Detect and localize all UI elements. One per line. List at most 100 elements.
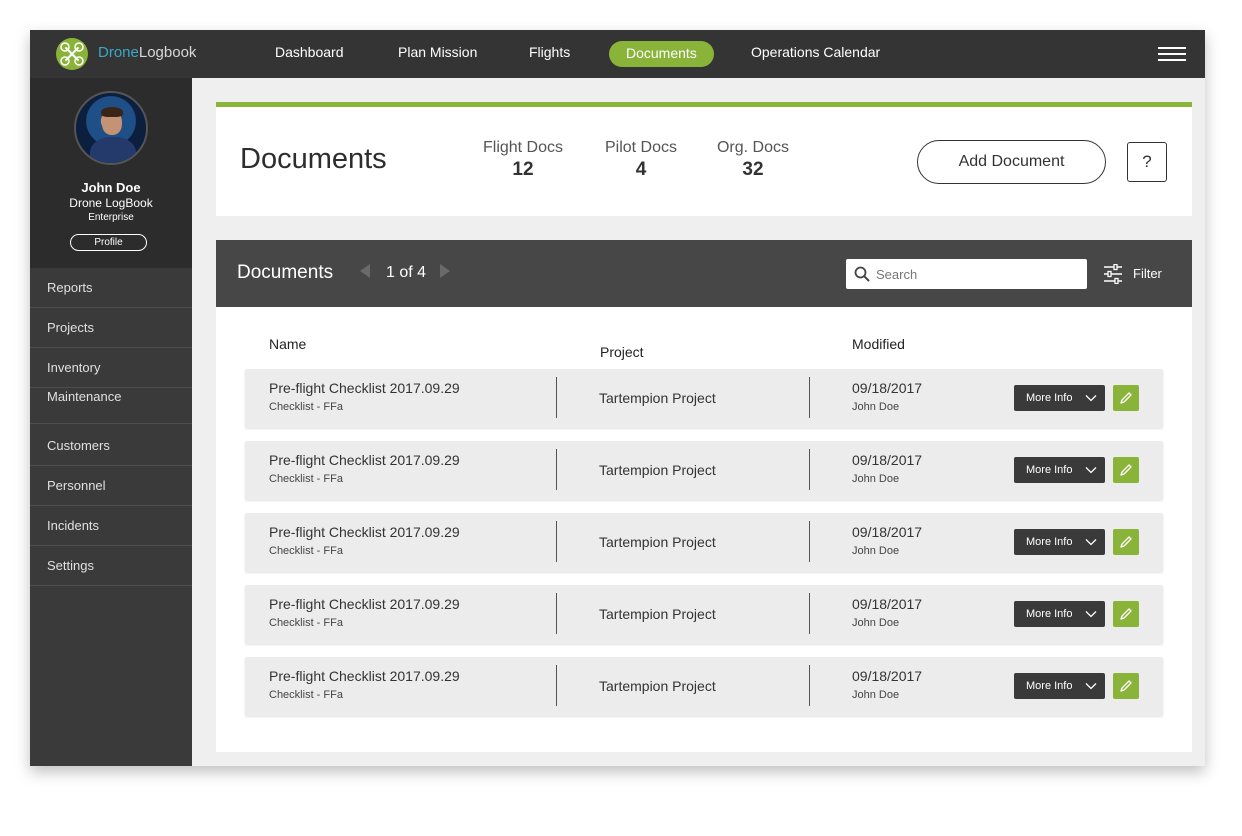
app-window: DroneLogbook Dashboard Plan Mission Flig… — [30, 30, 1205, 766]
column-header-modified[interactable]: Modified — [852, 336, 905, 352]
more-info-dropdown[interactable]: More Info — [1014, 529, 1105, 555]
top-navbar: DroneLogbook Dashboard Plan Mission Flig… — [30, 30, 1205, 78]
more-info-dropdown[interactable]: More Info — [1014, 673, 1105, 699]
previous-page-icon[interactable] — [360, 264, 370, 278]
pencil-icon — [1120, 392, 1132, 404]
sidebar-item-customers[interactable]: Customers — [30, 426, 192, 466]
nav-flights[interactable]: Flights — [529, 44, 570, 60]
document-project: Tartempion Project — [599, 606, 716, 622]
more-info-dropdown[interactable]: More Info — [1014, 457, 1105, 483]
brand-part-drone: Drone — [98, 44, 139, 61]
document-type: Checklist - FFa — [269, 545, 343, 557]
stat-flight-docs[interactable]: Flight Docs 12 — [478, 139, 568, 181]
table-row[interactable]: Pre-flight Checklist 2017.09.29 Checklis… — [245, 369, 1163, 428]
document-name[interactable]: Pre-flight Checklist 2017.09.29 — [269, 524, 460, 540]
user-plan: Enterprise — [88, 212, 134, 223]
more-info-dropdown[interactable]: More Info — [1014, 385, 1105, 411]
edit-button[interactable] — [1113, 601, 1139, 627]
chevron-down-icon — [1085, 395, 1097, 402]
brand-name[interactable]: DroneLogbook — [98, 44, 196, 61]
table-row[interactable]: Pre-flight Checklist 2017.09.29 Checklis… — [245, 513, 1163, 572]
brand-part-logbook: Logbook — [138, 44, 197, 61]
table-row[interactable]: Pre-flight Checklist 2017.09.29 Checklis… — [245, 657, 1163, 716]
documents-list-panel: Documents 1 of 4 Filter Name — [216, 240, 1192, 752]
help-button[interactable]: ? — [1127, 142, 1167, 182]
chevron-down-icon — [1085, 539, 1097, 546]
document-type: Checklist - FFa — [269, 401, 343, 413]
profile-button[interactable]: Profile — [70, 234, 147, 251]
page-title: Documents — [240, 143, 387, 175]
document-project: Tartempion Project — [599, 390, 716, 406]
search-input[interactable] — [876, 259, 1081, 289]
edit-button[interactable] — [1113, 457, 1139, 483]
nav-documents[interactable]: Documents — [609, 41, 714, 67]
document-name[interactable]: Pre-flight Checklist 2017.09.29 — [269, 668, 460, 684]
document-name[interactable]: Pre-flight Checklist 2017.09.29 — [269, 596, 460, 612]
add-document-button[interactable]: Add Document — [917, 140, 1106, 184]
modified-date: 09/18/2017 — [852, 452, 923, 468]
column-header-project[interactable]: Project — [600, 344, 644, 360]
more-info-label: More Info — [1026, 536, 1073, 548]
document-name[interactable]: Pre-flight Checklist 2017.09.29 — [269, 380, 460, 396]
pencil-icon — [1120, 464, 1132, 476]
more-info-label: More Info — [1026, 464, 1073, 476]
more-info-label: More Info — [1026, 608, 1073, 620]
column-divider — [556, 377, 557, 418]
hamburger-icon[interactable] — [1158, 47, 1186, 61]
document-name[interactable]: Pre-flight Checklist 2017.09.29 — [269, 452, 460, 468]
sidebar-item-reports[interactable]: Reports — [30, 268, 192, 308]
chevron-down-icon — [1085, 611, 1097, 618]
nav-plan-mission[interactable]: Plan Mission — [398, 44, 477, 60]
more-info-label: More Info — [1026, 392, 1073, 404]
modified-by: John Doe — [852, 473, 900, 485]
column-divider — [556, 521, 557, 562]
edit-button[interactable] — [1113, 385, 1139, 411]
sidebar-item-projects[interactable]: Projects — [30, 308, 192, 348]
edit-button[interactable] — [1113, 673, 1139, 699]
edit-button[interactable] — [1113, 529, 1139, 555]
filter-button[interactable]: Filter — [1133, 266, 1162, 281]
sidebar-item-maintenance[interactable]: Maintenance — [30, 388, 192, 424]
modified-date: 09/18/2017 — [852, 668, 923, 684]
stat-label: Flight Docs — [482, 139, 564, 156]
stat-pilot-docs[interactable]: Pilot Docs 4 — [599, 139, 683, 181]
column-header-name[interactable]: Name — [269, 336, 306, 352]
column-divider — [556, 449, 557, 490]
chevron-down-icon — [1085, 683, 1097, 690]
sidebar-item-settings[interactable]: Settings — [30, 546, 192, 586]
table-row[interactable]: Pre-flight Checklist 2017.09.29 Checklis… — [245, 585, 1163, 644]
sidebar-item-incidents[interactable]: Incidents — [30, 506, 192, 546]
search-icon — [854, 266, 870, 282]
search-box[interactable] — [846, 259, 1087, 289]
filter-sliders-icon[interactable] — [1104, 264, 1122, 284]
document-type: Checklist - FFa — [269, 473, 343, 485]
table-row[interactable]: Pre-flight Checklist 2017.09.29 Checklis… — [245, 441, 1163, 500]
document-type: Checklist - FFa — [269, 617, 343, 629]
sidebar-item-personnel[interactable]: Personnel — [30, 466, 192, 506]
modified-date: 09/18/2017 — [852, 524, 923, 540]
user-profile-panel: John Doe Drone LogBook Enterprise Profil… — [30, 78, 192, 268]
avatar[interactable] — [74, 91, 148, 165]
drone-logo-icon[interactable] — [56, 38, 88, 70]
modified-by: John Doe — [852, 617, 900, 629]
stat-value: 12 — [512, 159, 534, 180]
modified-by: John Doe — [852, 401, 900, 413]
page-indicator: 1 of 4 — [386, 264, 427, 281]
more-info-dropdown[interactable]: More Info — [1014, 601, 1105, 627]
documents-summary-card: Documents Flight Docs 12 Pilot Docs 4 Or… — [216, 102, 1192, 216]
chevron-down-icon — [1085, 467, 1097, 474]
column-divider — [809, 449, 810, 490]
stat-value: 32 — [742, 159, 764, 180]
document-project: Tartempion Project — [599, 678, 716, 694]
nav-dashboard[interactable]: Dashboard — [275, 44, 344, 60]
user-organization: Drone LogBook — [69, 196, 153, 210]
column-divider — [809, 593, 810, 634]
nav-operations-calendar[interactable]: Operations Calendar — [751, 44, 880, 60]
next-page-icon[interactable] — [440, 264, 450, 278]
sidebar-item-inventory[interactable]: Inventory — [30, 348, 192, 388]
more-info-label: More Info — [1026, 680, 1073, 692]
column-divider — [809, 665, 810, 706]
stat-org-docs[interactable]: Org. Docs 32 — [711, 139, 795, 181]
document-project: Tartempion Project — [599, 462, 716, 478]
column-divider — [809, 377, 810, 418]
